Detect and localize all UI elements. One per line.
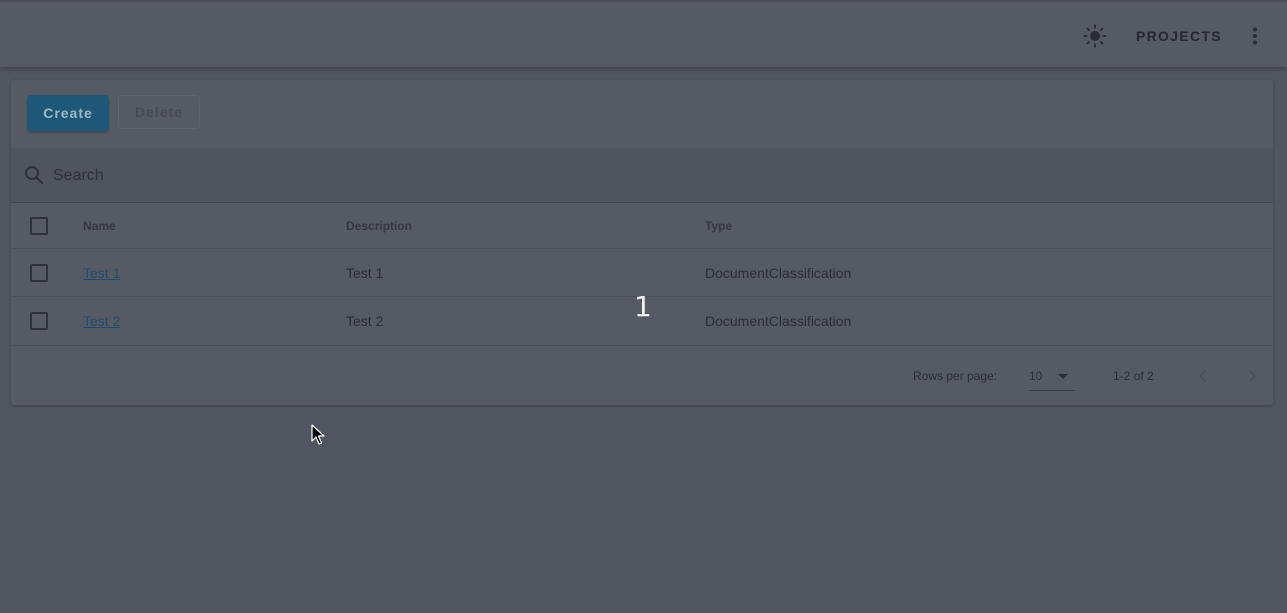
table-footer: Rows per page: 10 1-2 of 2 (11, 346, 1273, 405)
project-link[interactable]: Test 2 (83, 313, 120, 329)
project-link[interactable]: Test 1 (83, 265, 120, 281)
rows-per-page-select[interactable]: 10 (1029, 364, 1075, 391)
previous-page-button[interactable] (1191, 364, 1215, 388)
mouse-cursor-icon (311, 424, 325, 445)
select-all-checkbox[interactable] (30, 217, 48, 235)
create-button[interactable]: Create (27, 95, 109, 131)
delete-button: Delete (118, 95, 200, 129)
more-menu-button[interactable] (1243, 22, 1267, 50)
row-checkbox[interactable] (30, 264, 48, 282)
more-vert-icon (1253, 27, 1257, 45)
column-header-type[interactable]: Type (705, 219, 732, 233)
chevron-left-icon (1198, 370, 1206, 382)
next-page-button[interactable] (1240, 364, 1264, 388)
column-header-name[interactable]: Name (83, 219, 116, 233)
theme-toggle-button[interactable] (1081, 22, 1109, 50)
dropdown-caret-icon (1058, 374, 1068, 379)
rows-per-page-value: 10 (1029, 369, 1043, 383)
step-number-overlay: 1 (634, 290, 652, 323)
project-type: DocumentClassification (705, 265, 852, 281)
projects-card: Create Delete Name Description Type Test… (11, 80, 1273, 405)
project-type: DocumentClassification (705, 313, 852, 329)
projects-button[interactable]: PROJECTS (1126, 24, 1232, 48)
project-description: Test 2 (346, 313, 384, 329)
row-checkbox[interactable] (30, 312, 48, 330)
app-bar: PROJECTS (0, 0, 1287, 67)
column-header-description[interactable]: Description (346, 219, 412, 233)
project-description: Test 1 (346, 265, 384, 281)
pagination-range: 1-2 of 2 (1113, 369, 1154, 383)
search-icon (25, 166, 44, 185)
sun-icon (1083, 24, 1107, 48)
rows-per-page-label: Rows per page: (913, 369, 998, 383)
search-bar (11, 148, 1273, 203)
search-input[interactable] (51, 162, 1255, 190)
table-header: Name Description Type (11, 203, 1273, 249)
chevron-right-icon (1249, 370, 1257, 382)
